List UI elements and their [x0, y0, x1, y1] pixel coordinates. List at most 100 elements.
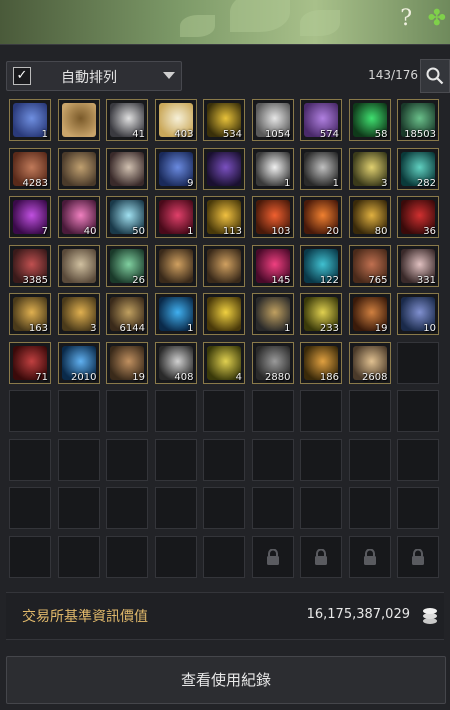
inventory-slot[interactable]: 1054 — [251, 99, 294, 141]
inventory-slot[interactable]: 186 — [300, 341, 342, 384]
inventory-slot[interactable]: 282 — [397, 147, 439, 190]
inventory-slot-empty[interactable] — [397, 341, 439, 384]
inventory-slot-empty[interactable] — [397, 487, 439, 529]
inventory-slot[interactable] — [203, 244, 245, 287]
inventory-slot[interactable]: 2880 — [251, 341, 294, 384]
inventory-slot-empty[interactable] — [9, 535, 51, 578]
market-value-bar: 交易所基準資訊價值 16,175,387,029 — [6, 592, 444, 640]
inventory-slot[interactable]: 4 — [203, 341, 245, 384]
inventory-slot[interactable]: 18503 — [397, 99, 439, 141]
inventory-slot-locked[interactable] — [300, 535, 342, 578]
inventory-slot[interactable]: 331 — [397, 244, 439, 287]
inventory-slot-empty[interactable] — [397, 390, 439, 432]
inventory-slot[interactable]: 6144 — [106, 293, 148, 335]
inventory-slot-empty[interactable] — [300, 438, 342, 481]
inventory-slot[interactable]: 20 — [300, 196, 342, 238]
inventory-slot-empty[interactable] — [154, 438, 197, 481]
inventory-slot[interactable]: 10 — [397, 293, 439, 335]
inventory-slot[interactable]: 403 — [154, 99, 197, 141]
inventory-slot[interactable]: 1 — [251, 293, 294, 335]
inventory-slot-empty[interactable] — [251, 390, 294, 432]
inventory-slot[interactable]: 58 — [348, 99, 391, 141]
inventory-slot[interactable] — [57, 244, 100, 287]
inventory-slot-locked[interactable] — [397, 535, 439, 578]
inventory-slot[interactable]: 3 — [348, 147, 391, 190]
inventory-slot-empty[interactable] — [106, 535, 148, 578]
inventory-slot-empty[interactable] — [348, 487, 391, 529]
inventory-slot[interactable]: 7 — [9, 196, 51, 238]
inventory-slot[interactable]: 40 — [57, 196, 100, 238]
inventory-slot-empty[interactable] — [203, 438, 245, 481]
inventory-slot[interactable]: 41 — [106, 99, 148, 141]
inventory-slot[interactable] — [57, 147, 100, 190]
inventory-slot[interactable]: 408 — [154, 341, 197, 384]
inventory-slot-empty[interactable] — [203, 390, 245, 432]
inventory-slot-empty[interactable] — [251, 487, 294, 529]
inventory-slot-empty[interactable] — [9, 438, 51, 481]
inventory-slot[interactable]: 765 — [348, 244, 391, 287]
auto-sort-dropdown[interactable]: ✓ 自動排列 — [6, 61, 182, 91]
item-quantity: 103 — [271, 226, 291, 237]
inventory-slot-empty[interactable] — [154, 390, 197, 432]
inventory-slot-empty[interactable] — [57, 487, 100, 529]
inventory-slot-empty[interactable] — [154, 487, 197, 529]
inventory-slot-empty[interactable] — [203, 535, 245, 578]
view-usage-history-button[interactable]: 查看使用紀錄 — [6, 656, 446, 704]
inventory-slot[interactable]: 19 — [106, 341, 148, 384]
inventory-slot[interactable]: 36 — [397, 196, 439, 238]
inventory-slot-empty[interactable] — [348, 390, 391, 432]
inventory-slot-empty[interactable] — [154, 535, 197, 578]
inventory-slot[interactable]: 1 — [9, 99, 51, 141]
inventory-slot-locked[interactable] — [348, 535, 391, 578]
item-quantity: 3 — [90, 323, 97, 334]
inventory-slot[interactable]: 3385 — [9, 244, 51, 287]
inventory-slot-empty[interactable] — [57, 438, 100, 481]
inventory-slot-empty[interactable] — [203, 487, 245, 529]
clover-icon[interactable]: ✤ — [428, 6, 446, 31]
inventory-slot[interactable]: 3 — [57, 293, 100, 335]
auto-sort-checkbox[interactable]: ✓ — [13, 67, 31, 85]
inventory-slot[interactable]: 2010 — [57, 341, 100, 384]
inventory-slot[interactable]: 574 — [300, 99, 342, 141]
inventory-slot[interactable]: 145 — [251, 244, 294, 287]
inventory-slot-empty[interactable] — [397, 438, 439, 481]
inventory-slot[interactable]: 1 — [154, 196, 197, 238]
inventory-slot[interactable]: 80 — [348, 196, 391, 238]
inventory-slot[interactable]: 113 — [203, 196, 245, 238]
inventory-slot-empty[interactable] — [57, 390, 100, 432]
inventory-slot[interactable] — [203, 293, 245, 335]
inventory-slot[interactable]: 534 — [203, 99, 245, 141]
inventory-slot[interactable]: 233 — [300, 293, 342, 335]
inventory-slot-empty[interactable] — [9, 487, 51, 529]
inventory-slot-empty[interactable] — [57, 535, 100, 578]
inventory-slot-empty[interactable] — [348, 438, 391, 481]
inventory-slot-empty[interactable] — [106, 487, 148, 529]
inventory-slot-empty[interactable] — [251, 438, 294, 481]
chevron-down-icon[interactable] — [163, 72, 175, 79]
inventory-slot[interactable]: 163 — [9, 293, 51, 335]
inventory-slot-empty[interactable] — [300, 487, 342, 529]
inventory-slot-empty[interactable] — [300, 390, 342, 432]
inventory-slot[interactable]: 19 — [348, 293, 391, 335]
inventory-slot[interactable]: 1 — [251, 147, 294, 190]
inventory-slot[interactable]: 1 — [154, 293, 197, 335]
inventory-slot[interactable]: 9 — [154, 147, 197, 190]
inventory-slot[interactable] — [154, 244, 197, 287]
inventory-slot[interactable]: 2608 — [348, 341, 391, 384]
inventory-slot[interactable]: 71 — [9, 341, 51, 384]
inventory-slot[interactable]: 4283 — [9, 147, 51, 190]
search-button[interactable] — [420, 59, 450, 93]
inventory-slot[interactable]: 103 — [251, 196, 294, 238]
inventory-slot-locked[interactable] — [251, 535, 294, 578]
inventory-slot[interactable]: 122 — [300, 244, 342, 287]
inventory-slot[interactable] — [57, 99, 100, 141]
inventory-slot[interactable]: 26 — [106, 244, 148, 287]
inventory-slot-empty[interactable] — [106, 390, 148, 432]
inventory-slot[interactable] — [203, 147, 245, 190]
inventory-slot[interactable]: 50 — [106, 196, 148, 238]
help-icon[interactable]: ? — [400, 6, 412, 31]
inventory-slot[interactable]: 1 — [300, 147, 342, 190]
inventory-slot[interactable] — [106, 147, 148, 190]
inventory-slot-empty[interactable] — [106, 438, 148, 481]
inventory-slot-empty[interactable] — [9, 390, 51, 432]
